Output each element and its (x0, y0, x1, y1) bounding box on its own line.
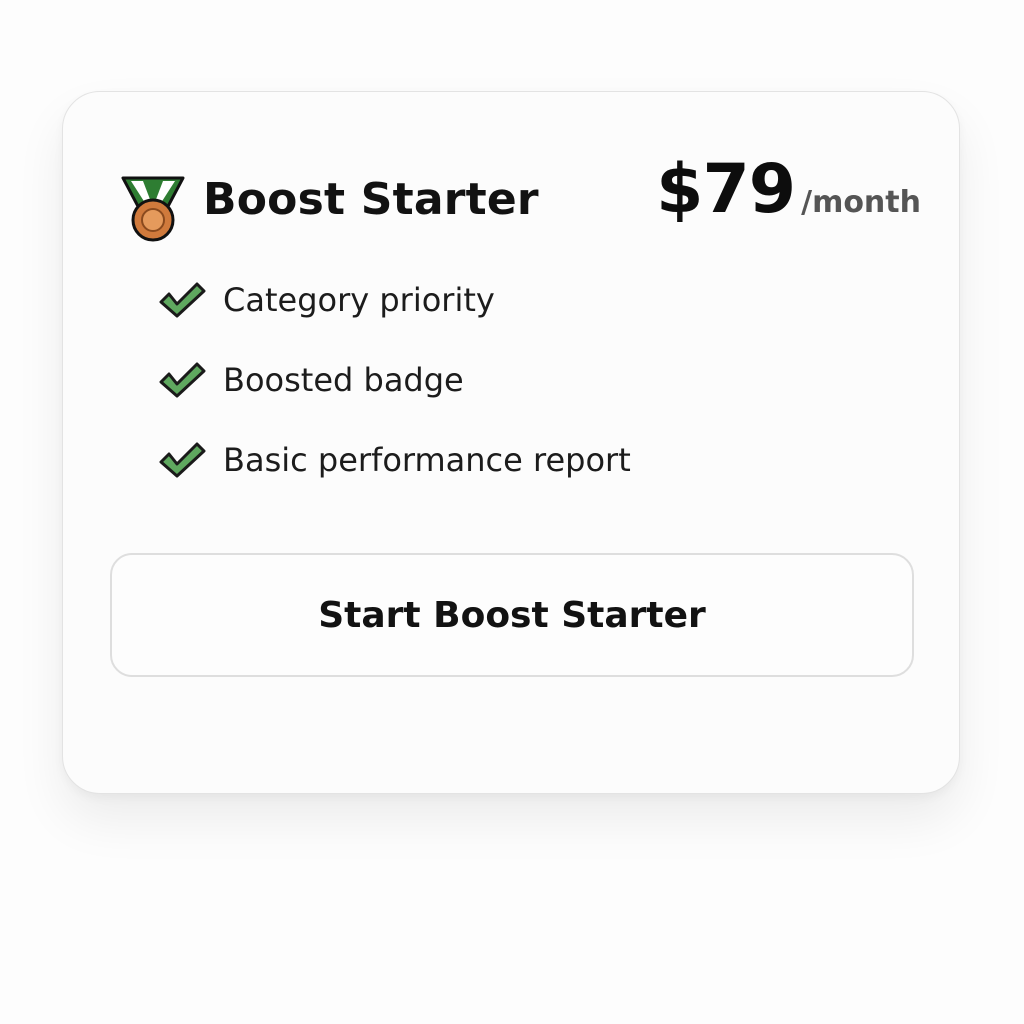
check-icon (159, 362, 206, 398)
price: $79/month (656, 150, 921, 229)
price-amount: $79 (656, 150, 796, 229)
start-plan-button[interactable]: Start Boost Starter (110, 553, 914, 677)
feature-label: Boosted badge (223, 361, 464, 399)
feature-label: Basic performance report (223, 441, 631, 479)
plan-name: Boost Starter (203, 174, 539, 225)
feature-item: Basic performance report (157, 436, 631, 484)
feature-label: Category priority (223, 281, 495, 319)
price-period: /month (801, 185, 921, 220)
feature-item: Boosted badge (157, 356, 631, 404)
feature-list: Category priority Boosted badge Basic pe… (157, 276, 631, 516)
pricing-card: Boost Starter $79/month Category priorit… (62, 91, 960, 794)
check-icon (159, 282, 206, 318)
medal-icon (121, 176, 185, 242)
check-icon (159, 442, 206, 478)
feature-item: Category priority (157, 276, 631, 324)
